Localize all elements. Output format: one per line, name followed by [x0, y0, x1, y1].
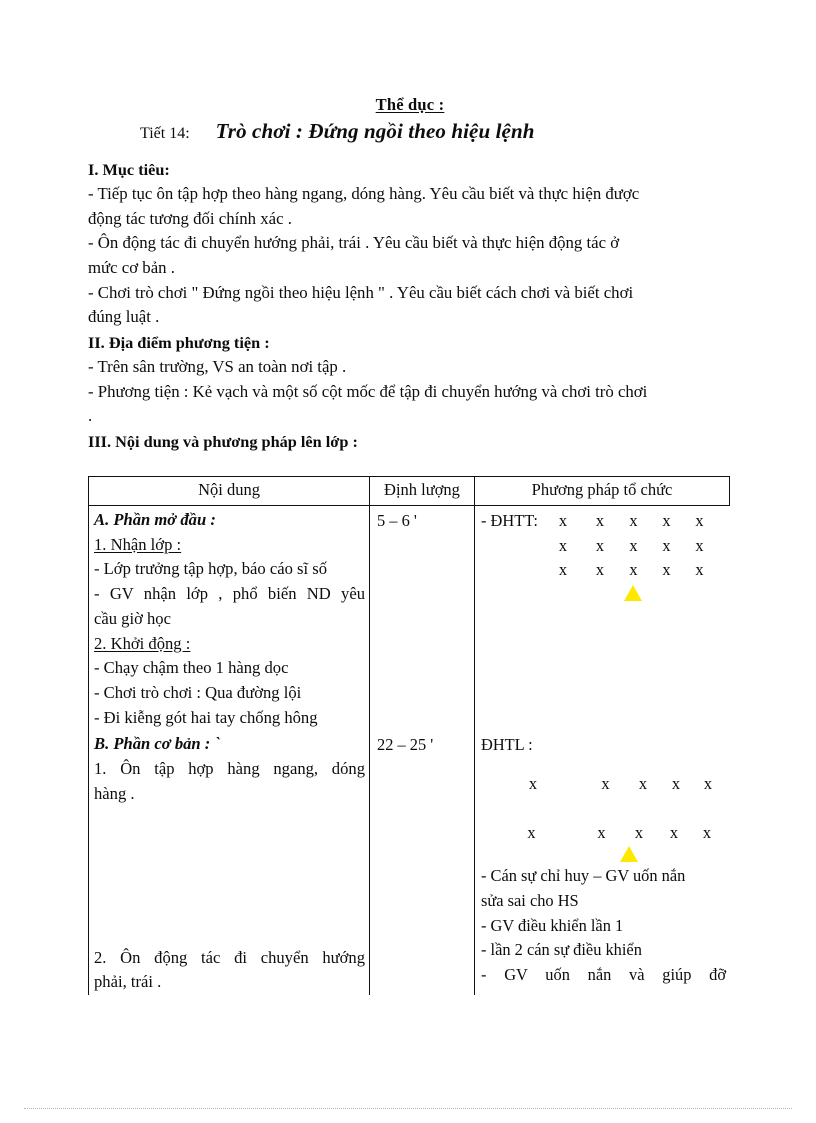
formation-diagram-dhtt: - ĐHTT: x x x x x x x x x x x x x x x [481, 509, 730, 601]
part-heading: A. Phần mở đầu : [94, 510, 216, 529]
objective-line: đúng luật . [88, 307, 160, 327]
formation-row: x x x x x [481, 797, 730, 846]
content-line: - Chơi trò chơi : Qua đường lội [94, 683, 302, 703]
formation-mark: x [695, 560, 704, 580]
content-line: - Chạy chậm theo 1 hàng dọc [94, 658, 289, 678]
content-line: - Đi kiễng gót hai tay chống hông [94, 707, 318, 727]
lesson-number: Tiết 14: [140, 125, 190, 143]
subject-heading-text: Thể dục : [375, 95, 445, 114]
content-subheading: 2. Khởi động : [94, 633, 191, 653]
objectives-heading: I. Mục tiêu: [88, 160, 170, 179]
method-line: - GV uốn nắn và giúp đỡ [481, 964, 726, 984]
formation-leader-row [481, 583, 730, 601]
page-break-divider [24, 1108, 792, 1109]
formation-mark: x [695, 511, 704, 530]
triangle-icon [624, 584, 642, 601]
document-body: I. Mục tiêu: - Tiếp tục ôn tập hợp theo … [88, 157, 734, 454]
subject-heading: Thể dục : [88, 95, 732, 114]
venue-line: - Phương tiện : Kẻ vạch và một số cột mố… [88, 381, 648, 401]
formation-row: x x x x x [481, 758, 730, 797]
objective-line: mức cơ bản . [88, 258, 175, 278]
formation-mark: x [595, 535, 605, 555]
content-line: - Lớp trưởng tập hợp, báo cáo sĩ số [94, 559, 328, 579]
column-header-content: Nội dung [88, 476, 370, 506]
column-header-method: Phương pháp tổ chức [474, 476, 730, 506]
method-line: - GV điều khiển lần 1 [481, 915, 624, 935]
content-subheading: 1. Nhận lớp : [94, 534, 182, 554]
content-method-heading: III. Nội dung và phương pháp lên lớp : [88, 432, 358, 452]
formation-leader-row [481, 845, 730, 863]
formation-label: - ĐHTT: [481, 511, 538, 530]
formation-mark: x [595, 560, 605, 580]
content-gap [94, 807, 365, 946]
method-line: - Cán sự chỉ huy – GV uốn nắn [481, 866, 686, 886]
cell-content-part-a: A. Phần mở đầu : 1. Nhận lớp : - Lớp trư… [88, 505, 370, 731]
venue-line-trailing-dot: . [88, 406, 93, 426]
cell-content-part-b: B. Phần cơ bản : ` 1. Ôn tập hợp hàng ng… [88, 730, 370, 996]
formation-mark: x [558, 511, 568, 530]
lesson-plan-table-wrapper: Nội dung Định lượng Phương pháp tổ chức … [88, 476, 730, 996]
cell-method-part-b: ĐHTL : x x x x x x x x x x - Cán sự chỉ … [474, 730, 730, 996]
cell-quantity-part-a: 5 – 6 ' [369, 505, 475, 731]
lesson-line: Tiết 14: Trò chơi : Đứng ngồi theo hiệu … [88, 119, 732, 144]
formation-mark: x [528, 774, 538, 794]
formation-mark: x [601, 774, 610, 794]
venue-line: - Trên sân trường, VS an toàn nơi tập . [88, 357, 347, 377]
content-line: 2. Ôn động tác đi chuyển hướng [94, 947, 365, 967]
formation-mark: x [695, 535, 704, 555]
cell-quantity-part-b: 22 – 25 ' [369, 730, 475, 996]
table-header-row: Nội dung Định lượng Phương pháp tổ chức [88, 476, 730, 506]
formation-mark: x [527, 822, 536, 842]
document-page: Thể dục : Tiết 14: Trò chơi : Đứng ngồi … [0, 0, 816, 1123]
formation-label-spacer [481, 558, 543, 583]
formation-mark: x [662, 560, 671, 580]
content-line: hàng . [94, 783, 135, 803]
cell-method-part-a: - ĐHTT: x x x x x x x x x x x x x x x [474, 505, 730, 731]
formation-mark: x [638, 774, 648, 794]
formation-row: x x x x x [481, 534, 730, 559]
content-line: - GV nhận lớp , phổ biến ND yêu [94, 584, 365, 604]
formation-row: x x x x x [481, 558, 730, 583]
formation-mark: x [595, 511, 605, 530]
triangle-icon [620, 846, 638, 863]
method-line: - lần 2 cán sự điều khiển [481, 940, 642, 960]
formation-mark: x [558, 535, 568, 555]
formation-mark: x [702, 822, 712, 842]
method-line: sửa sai cho HS [481, 890, 579, 910]
lesson-plan-table: Nội dung Định lượng Phương pháp tổ chức … [88, 476, 730, 996]
formation-mark: x [662, 535, 671, 555]
quantity-value: 22 – 25 ' [377, 735, 434, 755]
formation-diagram-dhtl: x x x x x x x x x x [481, 758, 730, 863]
formation-mark: x [634, 822, 644, 842]
formation-label: ĐHTL : [481, 735, 533, 755]
venue-heading: II. Địa điểm phương tiện : [88, 333, 270, 353]
formation-mark: x [629, 511, 638, 530]
formation-mark: x [558, 560, 568, 580]
table-row: A. Phần mở đầu : 1. Nhận lớp : - Lớp trư… [88, 505, 730, 731]
objective-line: - Ôn động tác đi chuyển hướng phải, trái… [88, 233, 620, 253]
page-title: Trò chơi : Đứng ngồi theo hiệu lệnh [215, 119, 535, 144]
formation-mark: x [629, 535, 638, 555]
objective-line: động tác tương đối chính xác . [88, 208, 292, 228]
objective-line: - Chơi trò chơi " Đứng ngồi theo hiệu lệ… [88, 282, 634, 302]
formation-label-spacer [481, 534, 543, 559]
column-header-quantity: Định lượng [369, 476, 475, 506]
formation-row: - ĐHTT: x x x x x [481, 509, 730, 534]
content-line: cầu giờ học [94, 608, 171, 628]
content-line: 1. Ôn tập hợp hàng ngang, dóng [94, 759, 365, 779]
objective-line: - Tiếp tục ôn tập hợp theo hàng ngang, d… [88, 183, 640, 203]
formation-mark: x [671, 774, 681, 794]
part-heading: B. Phần cơ bản : ` [94, 734, 220, 754]
formation-mark: x [662, 511, 671, 530]
document-heading: Thể dục : Tiết 14: Trò chơi : Đứng ngồi … [88, 95, 732, 144]
formation-mark: x [597, 822, 606, 842]
table-row: B. Phần cơ bản : ` 1. Ôn tập hợp hàng ng… [88, 730, 730, 996]
quantity-value: 5 – 6 ' [377, 511, 417, 530]
formation-mark: x [629, 560, 638, 580]
content-line: phải, trái . [94, 972, 162, 992]
formation-mark: x [669, 822, 679, 842]
formation-mark: x [703, 774, 713, 794]
